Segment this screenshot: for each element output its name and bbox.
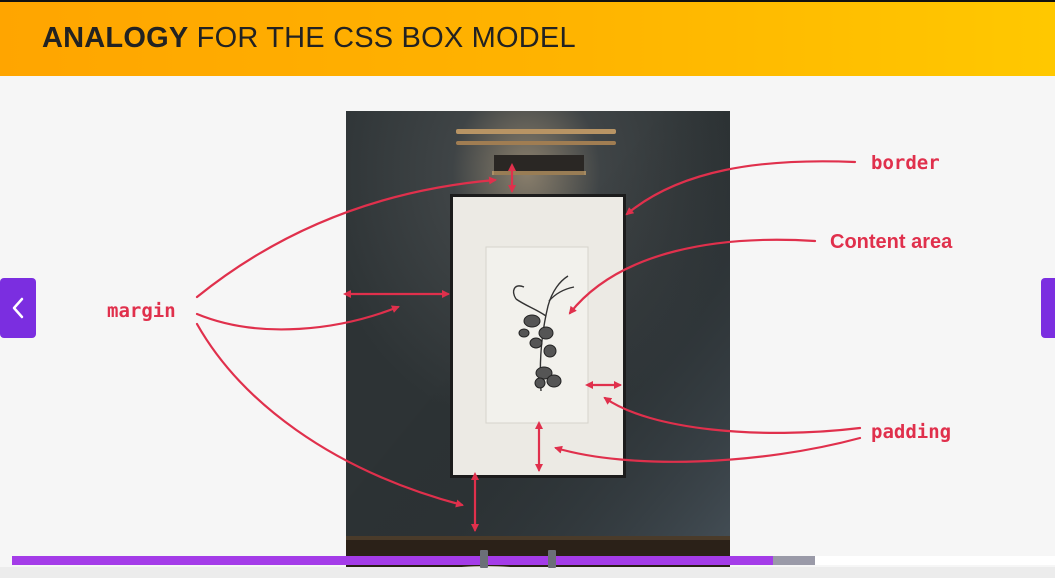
framed-picture-photo — [346, 111, 730, 578]
slide-header: ANALOGY FOR THE CSS BOX MODEL — [0, 0, 1055, 76]
content-area-label: Content area — [830, 231, 953, 253]
progress-marker[interactable] — [480, 550, 488, 568]
previous-slide-button[interactable] — [0, 278, 36, 338]
progress-marker[interactable] — [548, 550, 556, 568]
progress-played — [12, 556, 773, 565]
border-label: border — [871, 152, 940, 174]
padding-label: padding — [871, 421, 952, 443]
margin-label: margin — [107, 300, 176, 322]
title-rest: FOR THE CSS BOX MODEL — [188, 22, 576, 54]
next-slide-button[interactable] — [1041, 278, 1055, 338]
progress-bar[interactable] — [12, 550, 1055, 568]
slide-title: ANALOGY FOR THE CSS BOX MODEL — [42, 22, 576, 55]
bottom-strip — [0, 567, 1055, 578]
chevron-left-icon — [12, 297, 24, 319]
title-strong: ANALOGY — [42, 22, 189, 54]
